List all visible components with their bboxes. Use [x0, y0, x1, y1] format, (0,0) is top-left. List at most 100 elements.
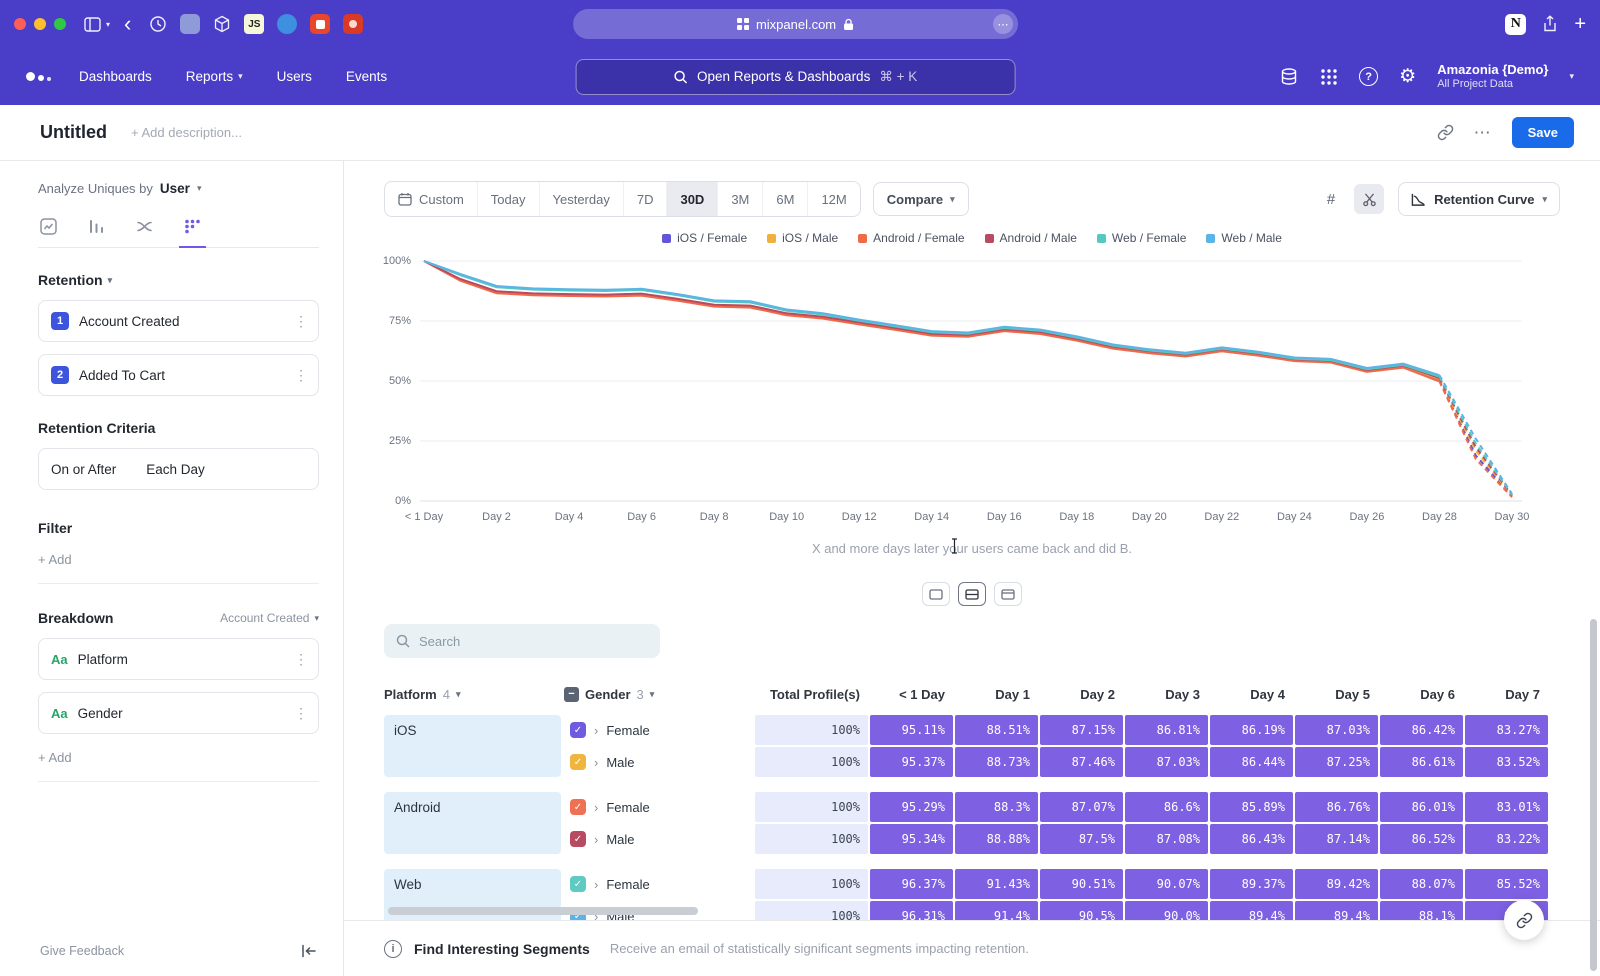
horizontal-scrollbar[interactable] [388, 907, 698, 915]
mixpanel-logo[interactable] [26, 72, 51, 81]
range-7d[interactable]: 7D [623, 182, 667, 216]
add-filter-button[interactable]: + Add [38, 552, 319, 567]
table-only-view-button[interactable] [994, 582, 1022, 606]
column-header-day-2[interactable]: Day 2 [1039, 687, 1124, 702]
retention-value-cell[interactable]: 87.03% [1295, 715, 1378, 745]
close-window-button[interactable] [14, 18, 26, 30]
js-extension-icon[interactable]: JS [244, 14, 264, 34]
scissors-icon[interactable] [1354, 184, 1384, 214]
kebab-menu-icon[interactable]: ⋮ [294, 367, 308, 384]
minimize-window-button[interactable] [34, 18, 46, 30]
table-search-input[interactable]: Search [384, 624, 660, 658]
range-today[interactable]: Today [477, 182, 539, 216]
retention-value-cell[interactable]: 83.52% [1465, 747, 1548, 777]
retention-line-chart[interactable] [420, 255, 1522, 507]
legend-item-android-male[interactable]: Android / Male [985, 231, 1077, 245]
range-30d[interactable]: 30D [666, 182, 717, 216]
retention-value-cell[interactable]: 90.5% [1040, 901, 1123, 920]
chevron-right-icon[interactable]: › [594, 755, 598, 770]
retention-value-cell[interactable]: 95.34% [870, 824, 953, 854]
add-breakdown-button[interactable]: + Add [38, 750, 319, 765]
series-checkbox[interactable]: ✓ [570, 799, 586, 815]
breakdown-scope-dropdown[interactable]: Account Created ▾ [220, 611, 319, 625]
retention-value-cell[interactable]: 89.42% [1295, 869, 1378, 899]
chevron-right-icon[interactable]: › [594, 723, 598, 738]
column-header-platform[interactable]: Platform4▾ [384, 687, 564, 702]
chevron-right-icon[interactable]: › [594, 877, 598, 892]
range-3m[interactable]: 3M [717, 182, 762, 216]
new-tab-icon[interactable]: + [1574, 13, 1586, 36]
criteria-on-or-after[interactable]: On or After [51, 462, 116, 477]
url-more-icon[interactable]: ⋯ [993, 14, 1013, 34]
project-switcher[interactable]: Amazonia {Demo} All Project Data [1437, 62, 1548, 92]
help-icon[interactable]: ? [1359, 67, 1378, 86]
retention-value-cell[interactable]: 88.1% [1380, 901, 1463, 920]
apps-grid-icon[interactable] [1320, 68, 1338, 86]
chevron-right-icon[interactable]: › [594, 800, 598, 815]
retention-value-cell[interactable]: 86.61% [1380, 747, 1463, 777]
maximize-window-button[interactable] [54, 18, 66, 30]
retention-value-cell[interactable]: 90.07% [1125, 869, 1208, 899]
collapse-sidebar-icon[interactable] [301, 944, 317, 958]
retention-value-cell[interactable]: 90.0% [1125, 901, 1208, 920]
nav-item-dashboards[interactable]: Dashboards [79, 69, 152, 84]
retention-value-cell[interactable]: 87.07% [1040, 792, 1123, 822]
chart-type-dropdown[interactable]: Retention Curve ▾ [1398, 182, 1560, 216]
legend-item-web-female[interactable]: Web / Female [1097, 231, 1186, 245]
platform-cell[interactable]: Android [384, 792, 561, 854]
range-12m[interactable]: 12M [807, 182, 859, 216]
add-description-field[interactable]: + Add description... [131, 125, 242, 140]
retention-value-cell[interactable]: 88.51% [955, 715, 1038, 745]
platform-cell[interactable]: iOS [384, 715, 561, 777]
column-header-day-0[interactable]: < 1 Day [869, 687, 954, 702]
retention-value-cell[interactable]: 85.52% [1465, 869, 1548, 899]
column-header-day-5[interactable]: Day 5 [1294, 687, 1379, 702]
retention-value-cell[interactable]: 86.6% [1125, 792, 1208, 822]
column-header-day-6[interactable]: Day 6 [1379, 687, 1464, 702]
retention-value-cell[interactable]: 86.01% [1380, 792, 1463, 822]
legend-item-ios-female[interactable]: iOS / Female [662, 231, 747, 245]
orange-extension-icon[interactable] [310, 14, 330, 34]
retention-value-cell[interactable]: 88.73% [955, 747, 1038, 777]
retention-value-cell[interactable]: 87.25% [1295, 747, 1378, 777]
range-6m[interactable]: 6M [762, 182, 807, 216]
retention-value-cell[interactable]: 87.15% [1040, 715, 1123, 745]
copy-link-icon[interactable] [1437, 124, 1454, 141]
retention-value-cell[interactable]: 96.31% [870, 901, 953, 920]
breakdown-item-platform[interactable]: AaPlatform⋮ [38, 638, 319, 680]
retention-criteria-row[interactable]: On or After Each Day [38, 448, 319, 490]
breakdown-item-gender[interactable]: AaGender⋮ [38, 692, 319, 734]
address-bar[interactable]: mixpanel.com ⋯ [573, 9, 1018, 39]
retention-value-cell[interactable]: 91.43% [955, 869, 1038, 899]
legend-item-web-male[interactable]: Web / Male [1206, 231, 1281, 245]
retention-value-cell[interactable]: 86.76% [1295, 792, 1378, 822]
retention-value-cell[interactable]: 91.4% [955, 901, 1038, 920]
retention-value-cell[interactable]: 96.37% [870, 869, 953, 899]
retention-value-cell[interactable]: 90.51% [1040, 869, 1123, 899]
retention-step-1[interactable]: 1Account Created⋮ [38, 300, 319, 342]
kebab-menu-icon[interactable]: ⋮ [294, 705, 308, 722]
retention-value-cell[interactable]: 86.43% [1210, 824, 1293, 854]
data-management-icon[interactable] [1279, 67, 1299, 87]
retention-value-cell[interactable]: 83.01% [1465, 792, 1548, 822]
tab-insights[interactable] [38, 216, 59, 247]
column-header-day-7[interactable]: Day 7 [1464, 687, 1549, 702]
retention-value-cell[interactable]: 89.4% [1295, 901, 1378, 920]
criteria-each-day[interactable]: Each Day [146, 462, 205, 477]
browser-sidebar-icon[interactable]: ▾ [84, 17, 110, 32]
retention-value-cell[interactable]: 88.07% [1380, 869, 1463, 899]
more-options-icon[interactable]: ⋯ [1474, 123, 1492, 143]
compare-dropdown[interactable]: Compare ▾ [873, 182, 969, 216]
legend-item-ios-male[interactable]: iOS / Male [767, 231, 838, 245]
blue-extension-icon[interactable] [277, 14, 297, 34]
retention-value-cell[interactable]: 86.19% [1210, 715, 1293, 745]
retention-section-title[interactable]: Retention [38, 272, 103, 288]
tab-funnels[interactable] [86, 216, 107, 247]
select-all-checkbox[interactable]: − [564, 687, 579, 702]
retention-value-cell[interactable]: 85.89% [1210, 792, 1293, 822]
column-header-gender[interactable]: −Gender3▾ [564, 687, 754, 702]
give-feedback-link[interactable]: Give Feedback [40, 944, 124, 958]
circle-extension-icon[interactable] [180, 14, 200, 34]
retention-value-cell[interactable]: 89.37% [1210, 869, 1293, 899]
retention-value-cell[interactable]: 87.46% [1040, 747, 1123, 777]
